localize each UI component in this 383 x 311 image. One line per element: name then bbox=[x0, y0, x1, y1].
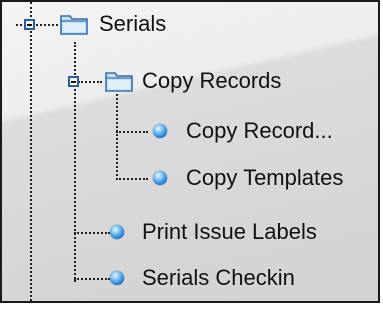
collapse-copy-records-toggle[interactable] bbox=[68, 76, 79, 87]
navigation-tree-panel: Serials Copy Records Copy Record... Copy… bbox=[0, 0, 380, 303]
collapse-serials-toggle[interactable] bbox=[24, 19, 35, 30]
tree-connector-copy-records-children bbox=[116, 94, 118, 180]
tree-label-copy-records: Copy Records bbox=[142, 68, 282, 93]
tree-connector-serials-checkin bbox=[74, 278, 110, 280]
folder-icon bbox=[105, 72, 133, 92]
tree-label-copy-templates: Copy Templates bbox=[186, 165, 344, 190]
tree-connector-serials bbox=[16, 24, 58, 26]
blue-bullet-icon bbox=[153, 171, 167, 185]
tree-view: Serials Copy Records Copy Record... Copy… bbox=[2, 2, 378, 301]
blue-bullet-icon bbox=[153, 124, 167, 138]
tree-label-print-issue-labels: Print Issue Labels bbox=[142, 219, 317, 244]
tree-label-copy-record: Copy Record... bbox=[186, 118, 333, 143]
blue-bullet-icon bbox=[110, 225, 124, 239]
folder-icon bbox=[60, 15, 88, 35]
tree-label-serials-checkin: Serials Checkin bbox=[142, 265, 295, 290]
tree-connector-copy-templates bbox=[116, 178, 148, 180]
tree-label-serials: Serials bbox=[99, 11, 167, 36]
tree-connector-print-issue-labels bbox=[74, 232, 110, 234]
blue-bullet-icon bbox=[110, 271, 124, 285]
tree-connector-copy-record bbox=[116, 131, 148, 133]
tree-connector-copy-records bbox=[78, 81, 102, 83]
tree-connector-root bbox=[30, 2, 32, 301]
